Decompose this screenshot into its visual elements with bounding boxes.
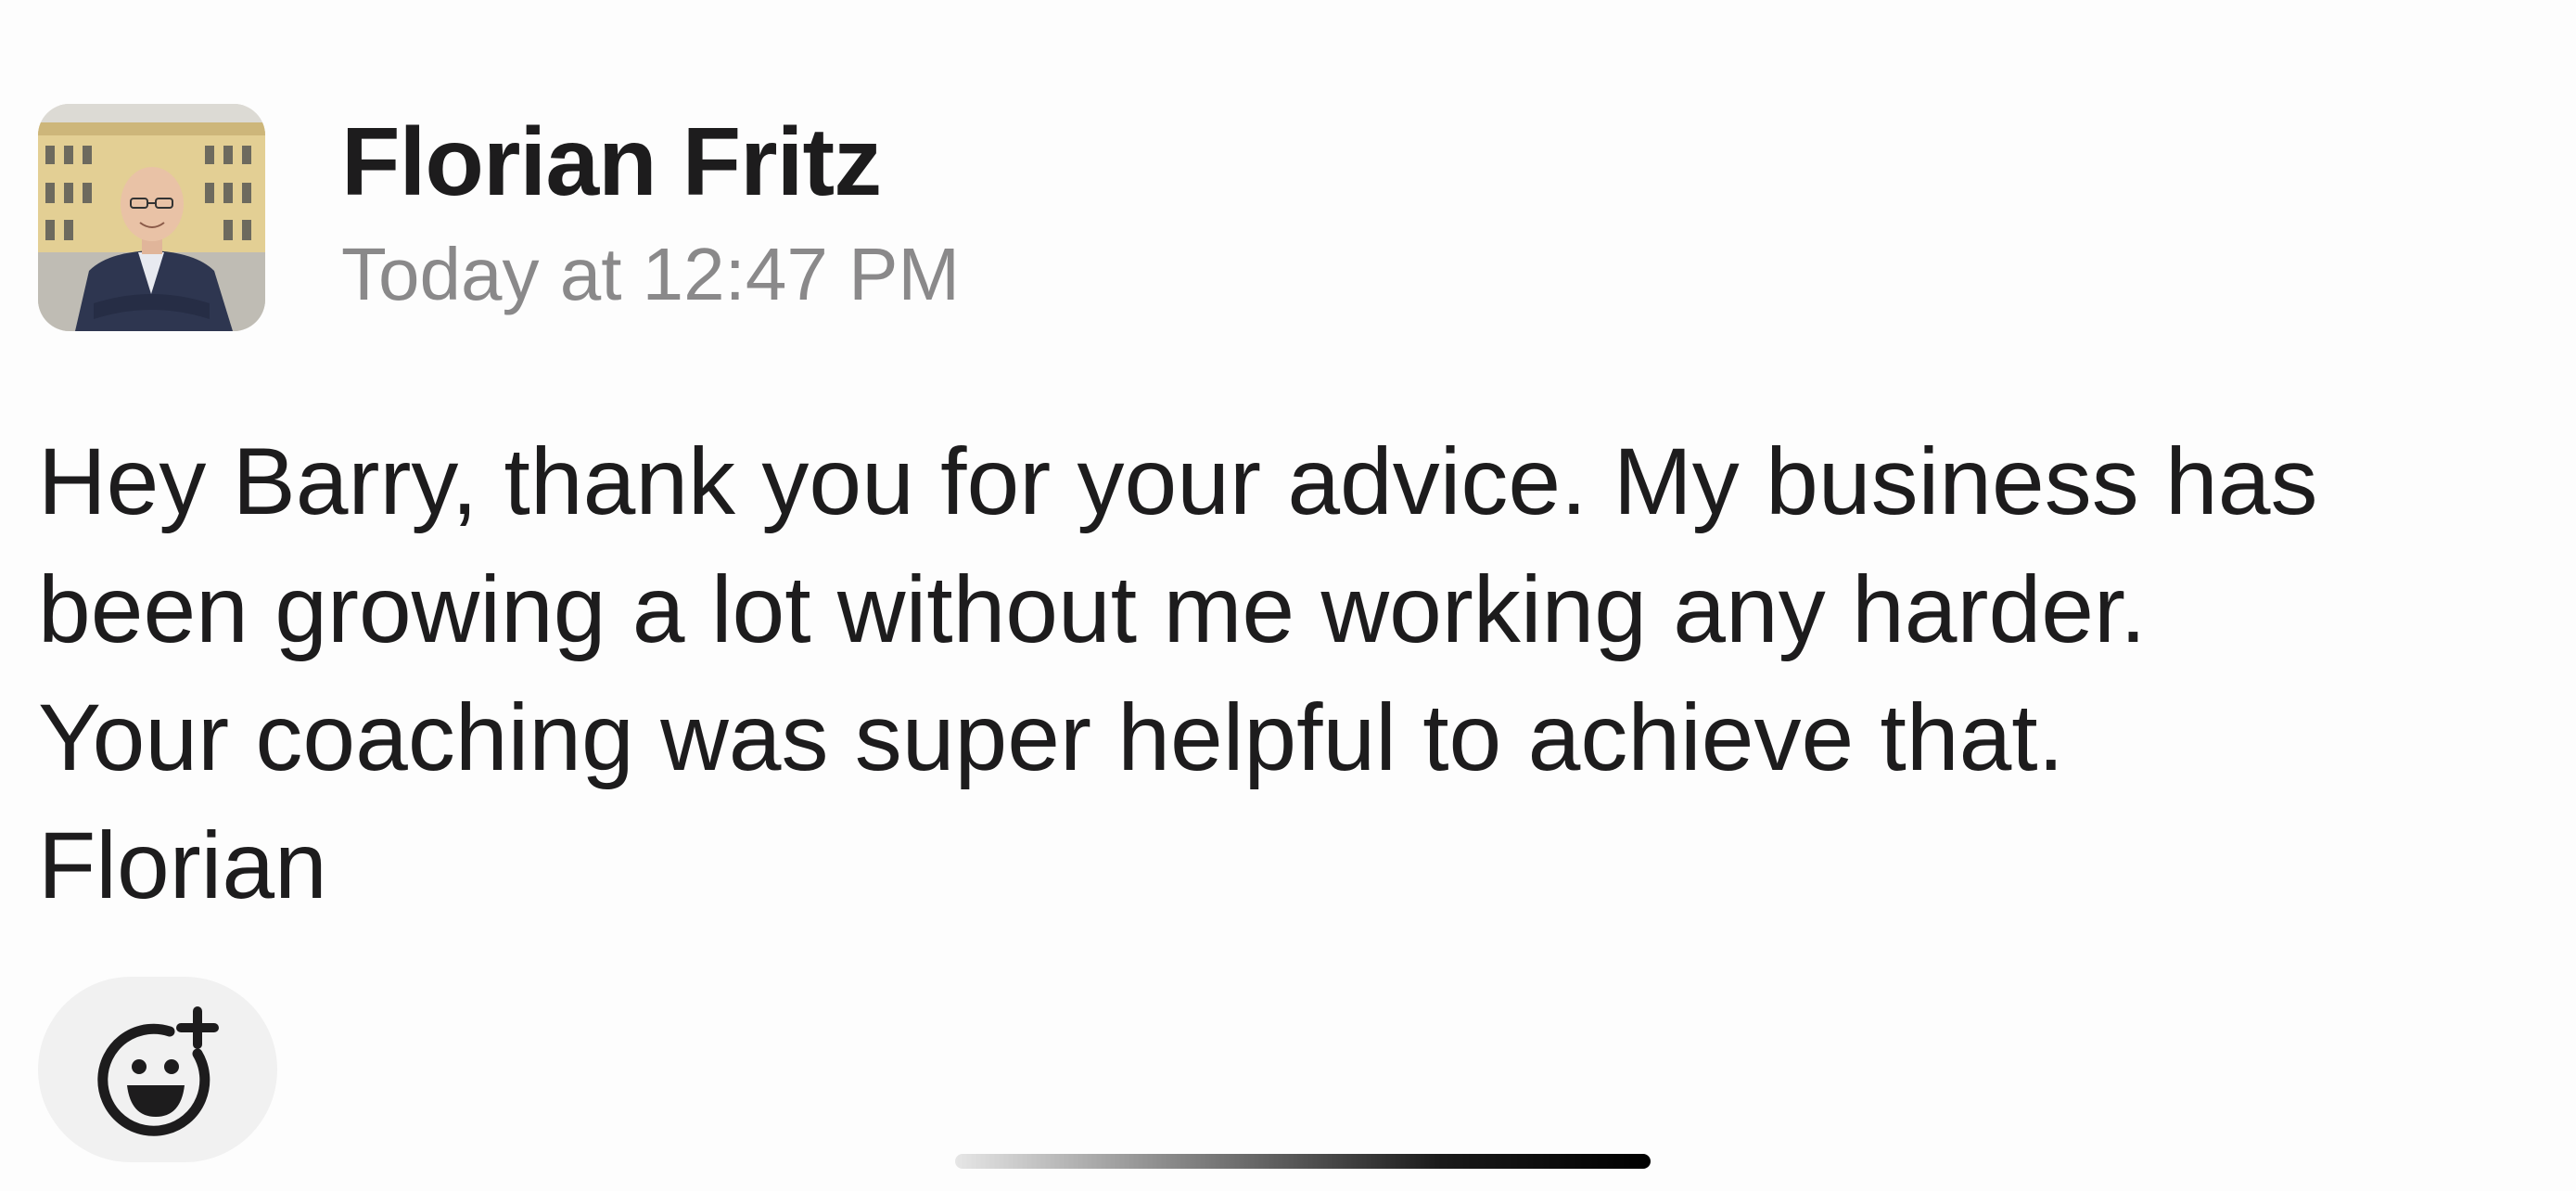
person-photo-icon xyxy=(38,104,265,331)
emoji-add-icon xyxy=(97,1006,219,1136)
sender-name[interactable]: Florian Fritz xyxy=(341,109,882,216)
add-reaction-button[interactable] xyxy=(38,977,277,1162)
avatar[interactable] xyxy=(38,104,265,331)
message-line: been growing a lot without me working an… xyxy=(38,557,2147,662)
message-body: Hey Barry, thank you for your advice. My… xyxy=(38,417,2560,929)
message-line: Florian xyxy=(38,813,327,918)
home-indicator[interactable] xyxy=(955,1154,1651,1169)
message-timestamp[interactable]: Today at 12:47 PM xyxy=(341,234,960,315)
message-line: Hey Barry, thank you for your advice. My… xyxy=(38,429,2318,534)
message-line: Your coaching was super helpful to achie… xyxy=(38,685,2064,790)
screen: Florian Fritz Today at 12:47 PM Hey Barr… xyxy=(0,0,2576,1191)
message: Florian Fritz Today at 12:47 PM Hey Barr… xyxy=(0,0,2576,1191)
